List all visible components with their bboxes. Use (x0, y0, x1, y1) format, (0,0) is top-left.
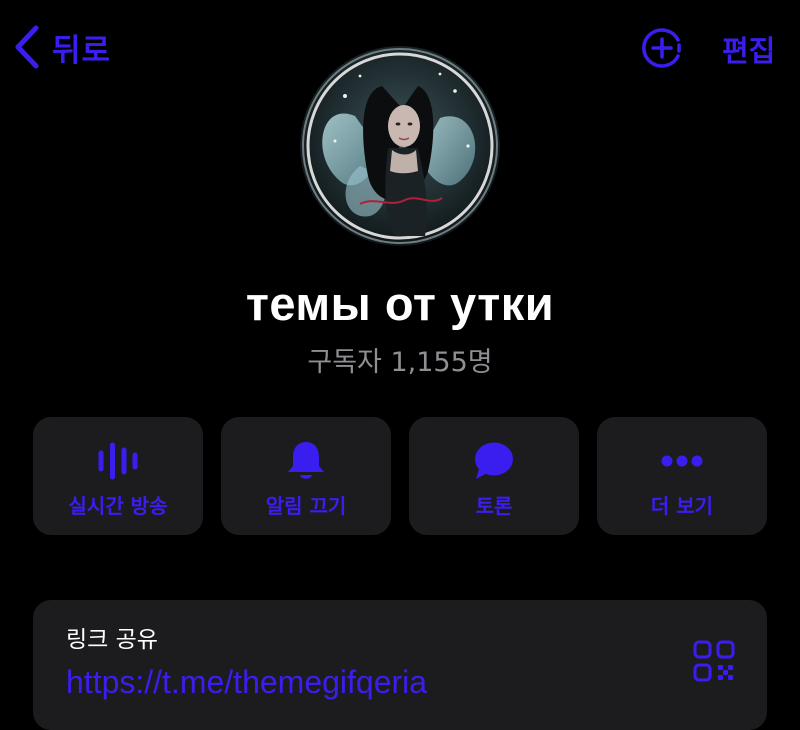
back-button-label: 뒤로 (52, 32, 112, 69)
subscriber-count: 구독자 1,155명 (307, 347, 493, 378)
live-stream-label: 실시간 방송 (68, 494, 168, 518)
discussion-button[interactable]: 토론 (409, 417, 579, 535)
bell-icon (281, 439, 331, 483)
chat-bubble-icon (469, 439, 519, 483)
chevron-left-icon (14, 25, 40, 69)
qr-code-button[interactable] (693, 640, 735, 682)
add-button[interactable] (640, 26, 684, 70)
channel-link[interactable]: https://t.me/themegifqeria (66, 664, 427, 701)
more-icon (657, 439, 707, 483)
link-share-caption: 링크 공유 (66, 627, 158, 653)
live-stream-icon (93, 439, 143, 483)
channel-avatar[interactable] (300, 46, 500, 246)
mute-notifications-label: 알림 끄기 (265, 494, 347, 518)
circle-plus-icon (640, 28, 684, 74)
live-stream-button[interactable]: 실시간 방송 (33, 417, 203, 535)
qr-code-icon (693, 640, 735, 686)
edit-button[interactable]: 편집 (722, 28, 775, 70)
mute-notifications-button[interactable]: 알림 끄기 (221, 417, 391, 535)
channel-name: темы от утки (245, 277, 555, 330)
more-label: 더 보기 (650, 494, 714, 518)
back-button[interactable]: 뒤로 (14, 24, 111, 70)
more-button[interactable]: 더 보기 (597, 417, 767, 535)
discussion-label: 토론 (475, 494, 513, 518)
action-buttons: 실시간 방송 알림 끄기 토론 더 보기 (33, 417, 767, 535)
